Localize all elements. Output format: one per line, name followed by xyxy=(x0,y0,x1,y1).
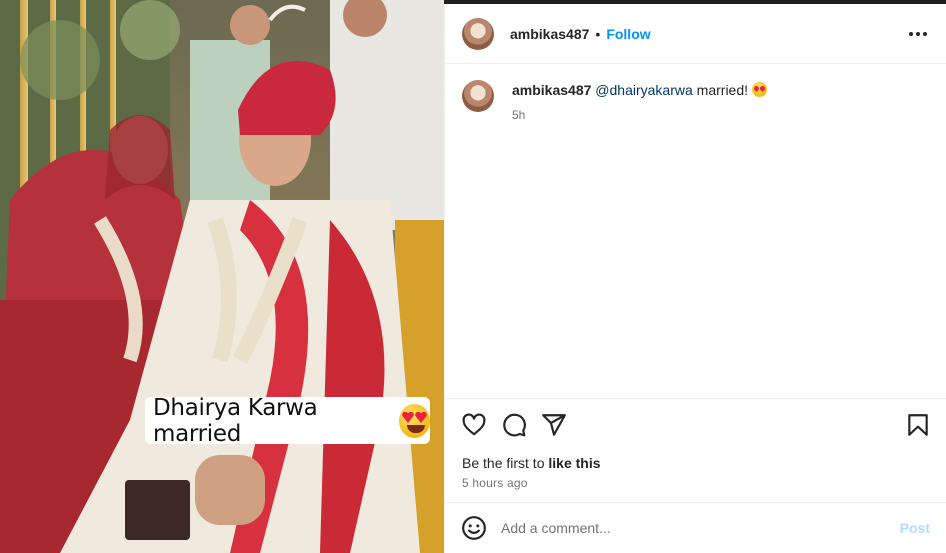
post-timestamp[interactable]: 5 hours ago xyxy=(462,476,528,490)
comment-bubble-icon[interactable] xyxy=(501,412,527,438)
likes-summary: Be the first to like this xyxy=(462,455,601,471)
follow-button[interactable]: Follow xyxy=(606,26,650,42)
caption-text: married! xyxy=(692,82,752,98)
like-this-link[interactable]: like this xyxy=(548,455,600,471)
author-username[interactable]: ambikas487 xyxy=(510,26,589,42)
bookmark-icon[interactable] xyxy=(905,412,931,438)
likes-prefix: Be the first to xyxy=(462,455,549,471)
add-comment-bar: Post xyxy=(445,503,946,553)
paper-plane-icon[interactable] xyxy=(541,412,567,438)
caption-username[interactable]: ambikas487 xyxy=(512,82,591,98)
post-image[interactable]: Dhairya Karwa married xyxy=(0,0,444,553)
action-bar xyxy=(461,412,931,440)
post-button[interactable]: Post xyxy=(900,520,930,536)
post-header: ambikas487 • Follow xyxy=(445,4,946,64)
smiley-icon[interactable] xyxy=(461,515,487,541)
caption-time[interactable]: 5h xyxy=(512,108,767,122)
caption-comment: ambikas487 @dhairyakarwa married! 5h xyxy=(462,80,767,122)
mention-link[interactable]: @dhairyakarwa xyxy=(595,82,692,98)
heart-eyes-emoji-icon xyxy=(398,403,430,438)
wedding-photo xyxy=(0,0,444,553)
more-options-icon[interactable] xyxy=(909,26,927,42)
divider xyxy=(445,398,946,399)
post-detail-panel: ambikas487 • Follow ambikas487 @dhairyak… xyxy=(444,4,946,553)
author-avatar[interactable] xyxy=(462,17,494,50)
caption-line: ambikas487 @dhairyakarwa married! xyxy=(512,80,767,100)
image-caption-sticker: Dhairya Karwa married xyxy=(145,394,430,447)
heart-icon[interactable] xyxy=(461,412,487,438)
comment-input[interactable] xyxy=(501,520,881,536)
heart-eyes-emoji-icon xyxy=(751,82,767,97)
image-caption-text: Dhairya Karwa married xyxy=(153,394,318,447)
separator-dot: • xyxy=(595,25,601,42)
caption-author-avatar[interactable] xyxy=(462,80,494,112)
